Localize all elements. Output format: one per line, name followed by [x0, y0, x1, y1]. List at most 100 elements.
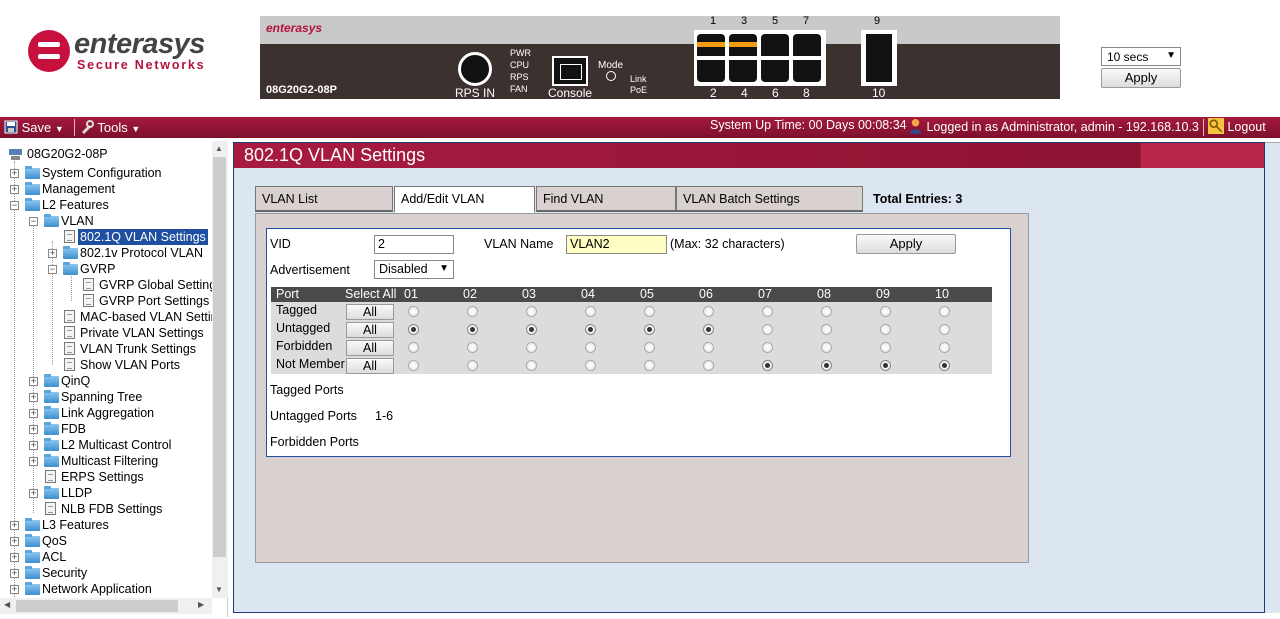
tab-add-edit-vlan[interactable]: Add/Edit VLAN — [394, 186, 535, 213]
port-4[interactable] — [729, 60, 757, 82]
vid-input[interactable]: 2 — [374, 235, 454, 254]
expand-icon[interactable]: + — [10, 185, 19, 194]
port-2[interactable] — [697, 60, 725, 82]
port-radio-forbidden-01[interactable] — [408, 342, 419, 353]
expand-icon[interactable]: + — [29, 441, 38, 450]
save-menu[interactable]: Save ▼ — [4, 120, 64, 135]
expand-icon[interactable]: + — [29, 489, 38, 498]
port-radio-untagged-10[interactable] — [939, 324, 950, 335]
port-radio-not-member-05[interactable] — [644, 360, 655, 371]
port-radio-untagged-08[interactable] — [821, 324, 832, 335]
port-radio-tagged-06[interactable] — [703, 306, 714, 317]
port-radio-untagged-03[interactable] — [526, 324, 537, 335]
scroll-down-icon[interactable]: ▼ — [215, 585, 223, 594]
tagged-all-button[interactable]: All — [346, 304, 394, 320]
port-radio-untagged-06[interactable] — [703, 324, 714, 335]
logout-button[interactable]: Logout — [1208, 118, 1266, 134]
port-radio-forbidden-06[interactable] — [703, 342, 714, 353]
expand-icon[interactable]: + — [10, 553, 19, 562]
port-radio-untagged-02[interactable] — [467, 324, 478, 335]
expand-icon[interactable]: + — [10, 521, 19, 530]
page-icon — [64, 358, 75, 371]
page-icon — [83, 294, 94, 307]
port-radio-not-member-02[interactable] — [467, 360, 478, 371]
port-radio-tagged-01[interactable] — [408, 306, 419, 317]
port-radio-forbidden-03[interactable] — [526, 342, 537, 353]
tree-horizontal-scrollbar[interactable]: ◀ ▶ — [0, 598, 212, 614]
tab-vlan-list[interactable]: VLAN List — [255, 186, 393, 212]
forbidden-all-button[interactable]: All — [346, 340, 394, 356]
vlan-name-input[interactable]: VLAN2 — [566, 235, 667, 254]
expand-icon[interactable]: + — [29, 409, 38, 418]
expand-icon[interactable]: + — [29, 377, 38, 386]
port-radio-untagged-07[interactable] — [762, 324, 773, 335]
vid-label: VID — [270, 237, 291, 251]
port-radio-untagged-09[interactable] — [880, 324, 891, 335]
tools-menu[interactable]: Tools ▼ — [80, 120, 140, 135]
port-radio-forbidden-05[interactable] — [644, 342, 655, 353]
port-6[interactable] — [761, 60, 789, 82]
led-fan: FAN — [510, 84, 528, 94]
expand-icon[interactable]: + — [48, 249, 57, 258]
port-radio-not-member-08[interactable] — [821, 360, 832, 371]
scroll-up-icon[interactable]: ▲ — [215, 144, 223, 153]
port-radio-not-member-04[interactable] — [585, 360, 596, 371]
expand-icon[interactable]: + — [10, 585, 19, 594]
port-radio-not-member-10[interactable] — [939, 360, 950, 371]
scroll-right-icon[interactable]: ▶ — [198, 600, 204, 609]
port-radio-not-member-03[interactable] — [526, 360, 537, 371]
port-radio-untagged-04[interactable] — [585, 324, 596, 335]
port-radio-not-member-09[interactable] — [880, 360, 891, 371]
expand-icon[interactable]: + — [10, 537, 19, 546]
port-radio-not-member-07[interactable] — [762, 360, 773, 371]
port-radio-not-member-01[interactable] — [408, 360, 419, 371]
port-radio-forbidden-10[interactable] — [939, 342, 950, 353]
scroll-thumb[interactable] — [16, 600, 178, 612]
port-7[interactable] — [793, 34, 821, 56]
port-5[interactable] — [761, 34, 789, 56]
port-radio-untagged-05[interactable] — [644, 324, 655, 335]
refresh-interval-select[interactable]: 10 secs ▼ — [1101, 47, 1181, 66]
collapse-icon[interactable]: − — [29, 217, 38, 226]
port-radio-tagged-08[interactable] — [821, 306, 832, 317]
collapse-icon[interactable]: − — [48, 265, 57, 274]
port-radio-tagged-03[interactable] — [526, 306, 537, 317]
tree-label: System Configuration — [42, 166, 162, 180]
scroll-left-icon[interactable]: ◀ — [4, 600, 10, 609]
port-radio-tagged-05[interactable] — [644, 306, 655, 317]
expand-icon[interactable]: + — [10, 569, 19, 578]
tree-vertical-scrollbar[interactable]: ▲ ▼ — [212, 141, 228, 598]
folder-open-icon — [25, 198, 41, 211]
port-radio-tagged-02[interactable] — [467, 306, 478, 317]
port-8[interactable] — [793, 60, 821, 82]
sfp-port[interactable] — [861, 30, 897, 86]
collapse-icon[interactable]: − — [10, 201, 19, 210]
tab-find-vlan[interactable]: Find VLAN — [536, 186, 676, 212]
forbidden-ports-label: Forbidden Ports — [270, 435, 359, 449]
port-radio-tagged-07[interactable] — [762, 306, 773, 317]
scroll-thumb[interactable] — [213, 157, 226, 557]
port-radio-tagged-09[interactable] — [880, 306, 891, 317]
port-radio-not-member-06[interactable] — [703, 360, 714, 371]
expand-icon[interactable]: + — [29, 457, 38, 466]
apply-button[interactable]: Apply — [856, 234, 956, 254]
port-radio-tagged-04[interactable] — [585, 306, 596, 317]
port-radio-forbidden-09[interactable] — [880, 342, 891, 353]
port-radio-forbidden-07[interactable] — [762, 342, 773, 353]
port-radio-untagged-01[interactable] — [408, 324, 419, 335]
port-3[interactable] — [729, 34, 757, 56]
expand-icon[interactable]: + — [10, 169, 19, 178]
port-radio-forbidden-02[interactable] — [467, 342, 478, 353]
expand-icon[interactable]: + — [29, 425, 38, 434]
port-radio-forbidden-08[interactable] — [821, 342, 832, 353]
tab-vlan-batch-settings[interactable]: VLAN Batch Settings — [676, 186, 863, 212]
refresh-apply-button[interactable]: Apply — [1101, 68, 1181, 88]
expand-icon[interactable]: + — [29, 393, 38, 402]
advertisement-select[interactable]: Disabled ▼ — [374, 260, 454, 279]
not-member-all-button[interactable]: All — [346, 358, 394, 374]
port-radio-tagged-10[interactable] — [939, 306, 950, 317]
untagged-all-button[interactable]: All — [346, 322, 394, 338]
port-radio-forbidden-04[interactable] — [585, 342, 596, 353]
port-1[interactable] — [697, 34, 725, 56]
main-content: 802.1Q VLAN Settings VLAN List Add/Edit … — [233, 142, 1265, 613]
